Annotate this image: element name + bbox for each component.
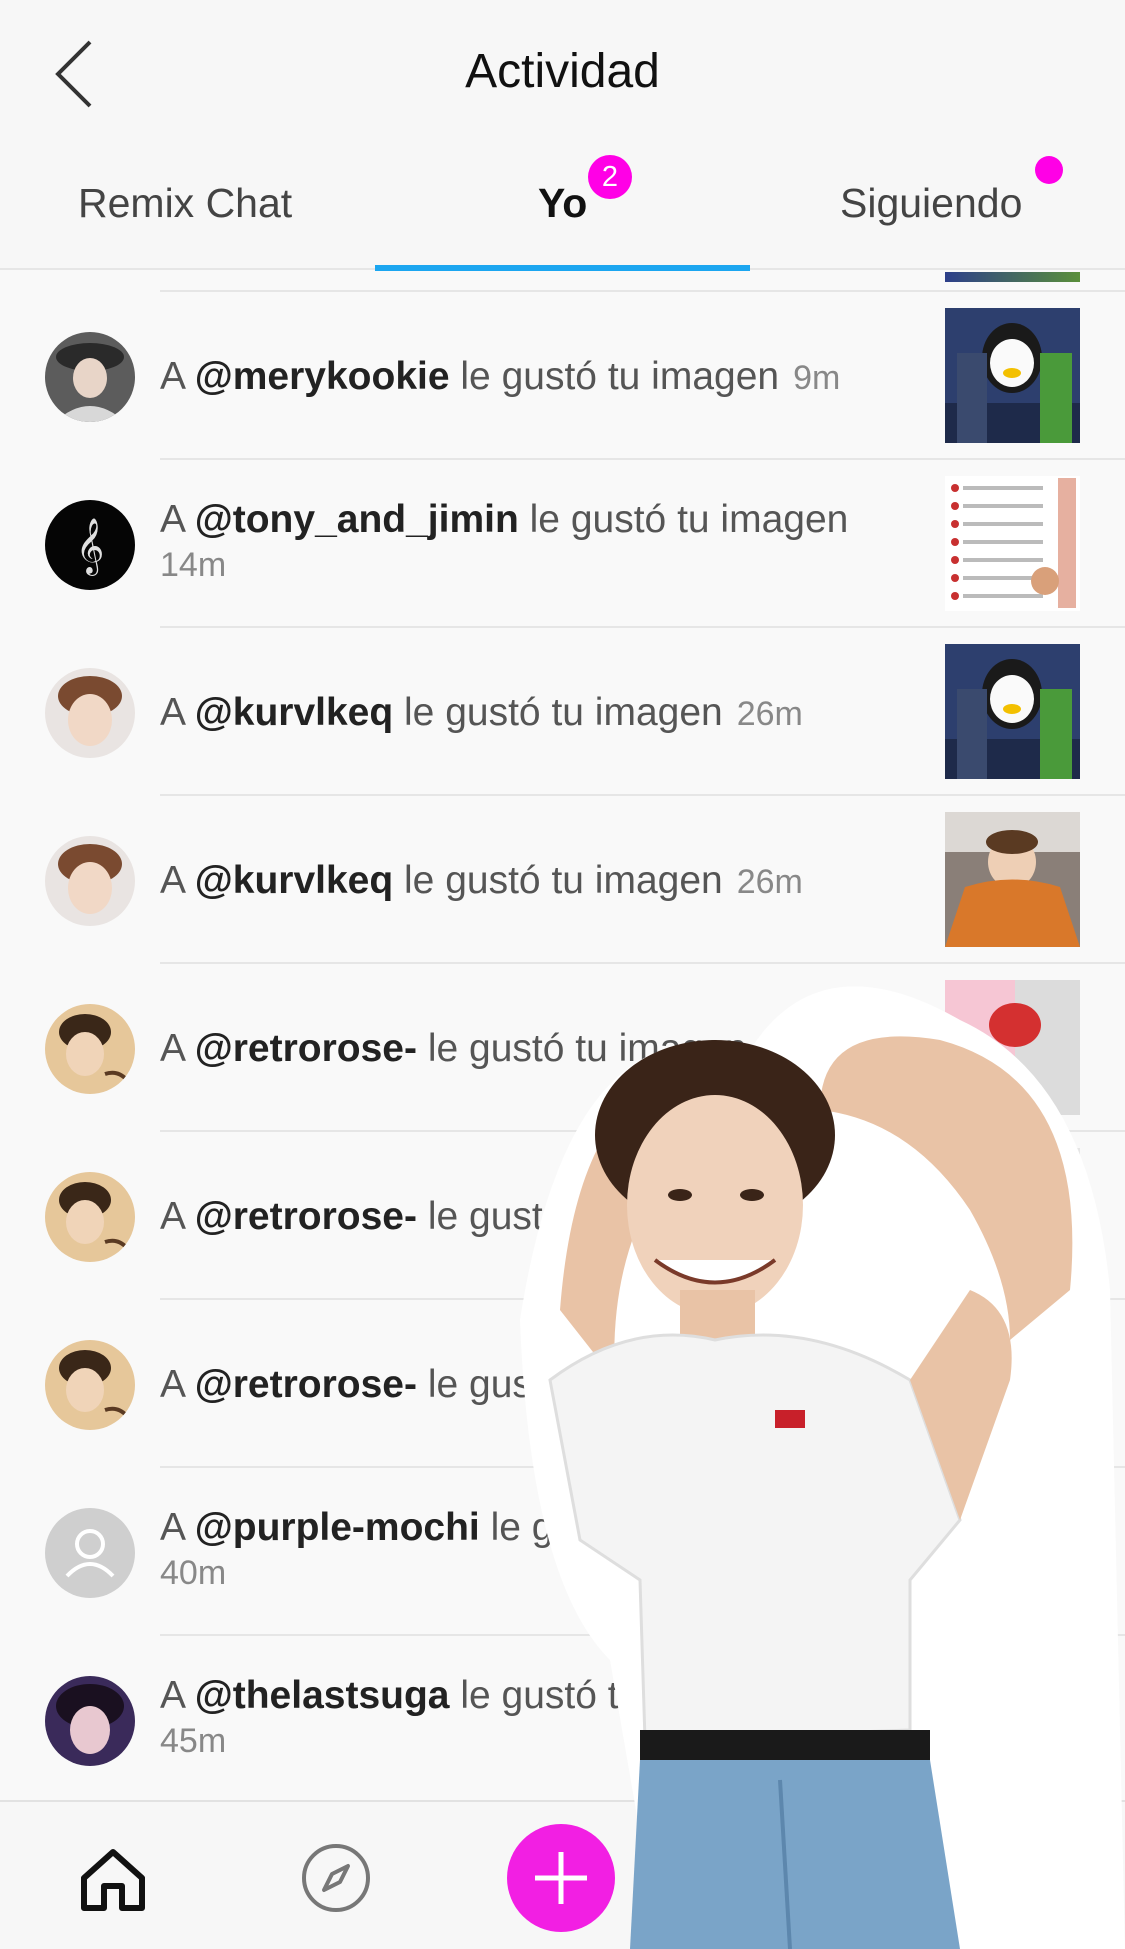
text-prefix: A <box>160 498 184 541</box>
avatar[interactable] <box>45 668 135 758</box>
username-link[interactable]: @retrorose- <box>195 1027 417 1070</box>
notification-text: A @kurvlkeq le gustó tu imagen 26m <box>160 689 920 738</box>
list-item[interactable]: A @merykookie le gustó tu imagen 9m <box>0 292 1125 460</box>
list-item[interactable]: 𝄞 A @tony_and_jimin le gustó tu imagen 1… <box>0 460 1125 628</box>
text-prefix: A <box>160 1674 184 1717</box>
notification-text: A @merykookie le gustó tu imagen 9m <box>160 353 920 402</box>
notification-text: A @kurvlkeq le gustó tu imagen 26m <box>160 857 920 906</box>
timestamp: 9m <box>793 359 841 397</box>
top-bar: Actividad Remix Chat Yo 2 Siguiendo <box>0 0 1125 271</box>
post-thumbnail[interactable] <box>945 308 1080 443</box>
notification-text: A @tony_and_jimin le gustó tu imagen 14m <box>160 496 920 586</box>
active-tab-indicator <box>375 265 750 271</box>
text-prefix: A <box>160 1195 184 1238</box>
username-link[interactable]: @thelastsuga <box>195 1674 450 1717</box>
avatar[interactable]: 𝄞 <box>45 500 135 590</box>
svg-text:𝄞: 𝄞 <box>76 518 104 576</box>
text-prefix: A <box>160 1363 184 1406</box>
timestamp: 14m <box>160 546 227 584</box>
tab-yo[interactable]: Yo <box>538 180 587 227</box>
username-link[interactable]: @retrorose- <box>195 1195 417 1238</box>
username-link[interactable]: @tony_and_jimin <box>195 498 519 541</box>
action-text: le gustó tu imagen <box>529 498 849 541</box>
action-text: le gustó tu imagen <box>404 691 723 734</box>
list-item[interactable]: A @kurvlkeq le gustó tu imagen 26m <box>0 796 1125 964</box>
avatar[interactable] <box>45 1676 135 1766</box>
username-link[interactable]: @purple-mochi <box>195 1506 480 1549</box>
action-text: le gustó tu imagen <box>404 859 723 902</box>
compass-icon[interactable] <box>300 1842 372 1914</box>
username-link[interactable]: @kurvlkeq <box>195 859 393 902</box>
text-prefix: A <box>160 1027 184 1070</box>
text-prefix: A <box>160 691 184 734</box>
username-link[interactable]: @kurvlkeq <box>195 691 393 734</box>
unread-dot <box>1035 156 1063 184</box>
post-thumbnail[interactable] <box>945 644 1080 779</box>
text-prefix: A <box>160 355 184 398</box>
avatar[interactable] <box>45 1172 135 1262</box>
avatar[interactable] <box>45 332 135 422</box>
post-thumbnail[interactable] <box>945 476 1080 611</box>
avatar[interactable] <box>45 836 135 926</box>
action-text: le gustó tu imagen <box>460 355 780 398</box>
home-icon[interactable] <box>78 1844 148 1914</box>
avatar[interactable] <box>45 1004 135 1094</box>
tab-siguiendo[interactable]: Siguiendo <box>840 180 1022 227</box>
text-prefix: A <box>160 1506 184 1549</box>
timestamp: 26m <box>736 695 803 733</box>
notification-badge: 2 <box>588 155 632 199</box>
timestamp: 26m <box>736 863 803 901</box>
list-item[interactable]: A @kurvlkeq le gustó tu imagen 26m <box>0 628 1125 796</box>
person-sticker-overlay <box>520 986 1125 1949</box>
partial-thumbnail <box>945 272 1080 282</box>
text-prefix: A <box>160 859 184 902</box>
username-link[interactable]: @merykookie <box>195 355 450 398</box>
tab-remix-chat[interactable]: Remix Chat <box>78 180 292 227</box>
username-link[interactable]: @retrorose- <box>195 1363 417 1406</box>
page-title: Actividad <box>465 45 660 98</box>
avatar[interactable] <box>45 1340 135 1430</box>
post-thumbnail[interactable] <box>945 812 1080 947</box>
avatar-placeholder[interactable] <box>45 1508 135 1598</box>
